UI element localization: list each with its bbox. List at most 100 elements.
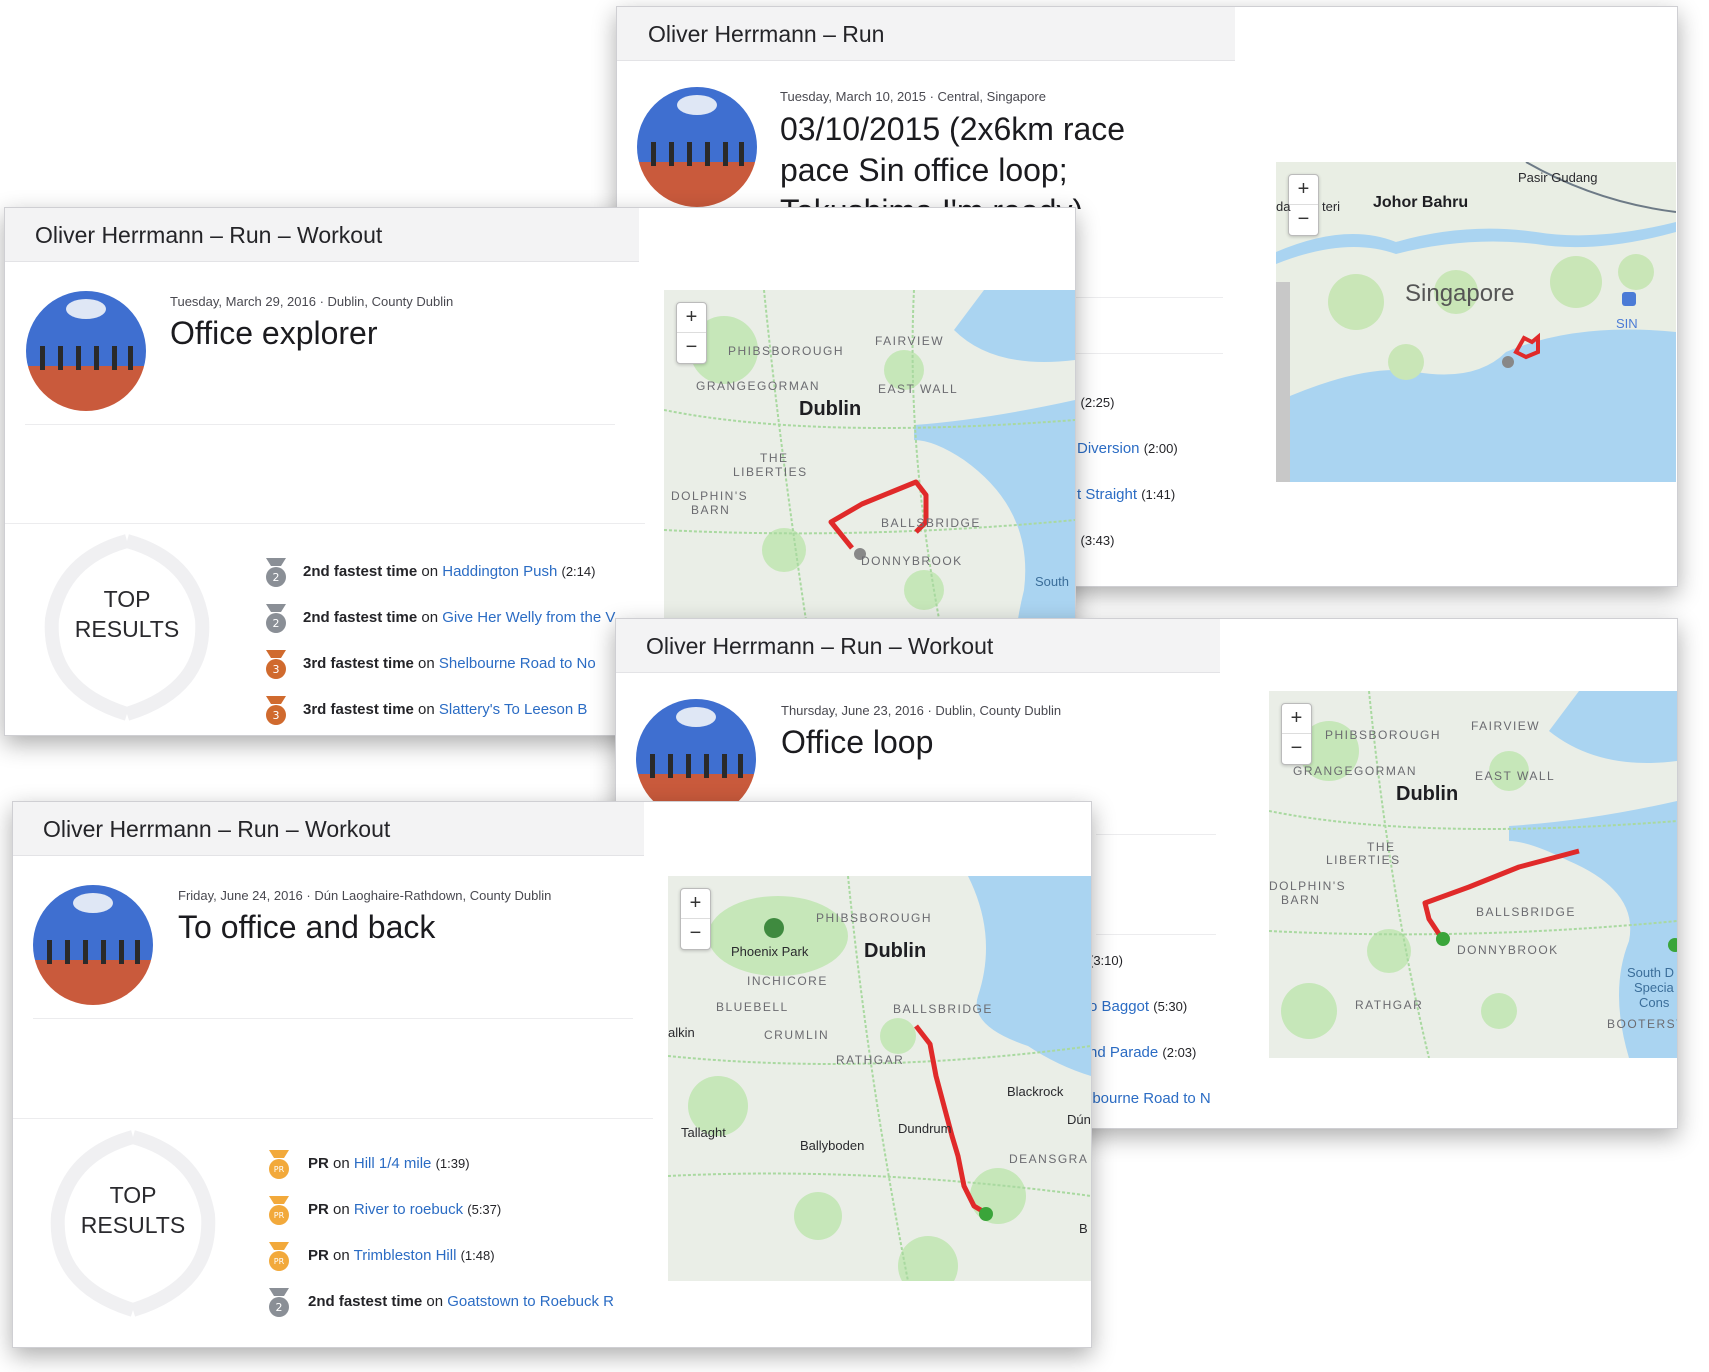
card-header: Oliver Herrmann – Run – Workout: [13, 802, 644, 856]
achievement-row: PR on River to roebuck (5:37): [308, 1201, 502, 1218]
segment-fragment[interactable]: (3:10): [1089, 952, 1123, 969]
activity-meta: Thursday, June 23, 2016 · Dublin, County…: [781, 703, 1062, 718]
top-results: TOP RESULTS: [13, 1118, 653, 1347]
svg-text:2: 2: [273, 571, 280, 584]
divider: [1057, 353, 1223, 354]
pr-medal-icon: PR: [269, 1150, 289, 1179]
activity-title[interactable]: 03/10/2015 (2x6km race pace Sin office l…: [780, 109, 1170, 209]
zoom-out-button[interactable]: −: [1289, 204, 1318, 234]
map-label: Ballyboden: [800, 1138, 865, 1153]
athlete-avatar[interactable]: [637, 87, 757, 207]
top-results-label: TOP RESULTS: [53, 1180, 213, 1240]
map-label: B: [1079, 1221, 1088, 1236]
activity-title[interactable]: To office and back: [178, 907, 435, 948]
zoom-control[interactable]: + −: [676, 302, 707, 364]
svg-text:2: 2: [276, 1301, 283, 1314]
map-label: SIN: [1616, 316, 1638, 331]
segment-fragment[interactable]: nd Parade (2:03): [1089, 1044, 1196, 1061]
activity-meta: Tuesday, March 29, 2016 · Dublin, County…: [170, 294, 454, 309]
zoom-out-button[interactable]: −: [681, 918, 710, 948]
silver-medal-icon: 2: [269, 1288, 289, 1317]
svg-text:PR: PR: [274, 1257, 285, 1266]
activity-title[interactable]: Office loop: [781, 722, 933, 763]
map-label: BALLSBRIDGE: [881, 516, 981, 530]
map-label: LIBERTIES: [1326, 853, 1401, 867]
activity-title[interactable]: Office explorer: [170, 313, 378, 354]
map-label: Dublin: [864, 940, 927, 962]
map-label: RATHGAR: [1355, 998, 1424, 1012]
zoom-control[interactable]: + −: [680, 888, 711, 950]
top-results-line: RESULTS: [80, 1212, 186, 1238]
map-label: Phoenix Park: [731, 944, 809, 959]
zoom-in-button[interactable]: +: [1289, 175, 1318, 204]
map-label: BOOTERSTO: [1607, 1017, 1677, 1031]
map-label: Johor Bahru: [1373, 194, 1469, 211]
segment-fragment[interactable]: lbourne Road to N: [1089, 1090, 1211, 1107]
map-label: Dundrum: [898, 1121, 952, 1136]
achievement-row: 3rd fastest time on Shelbourne Road to N…: [303, 655, 596, 672]
silver-medal-icon: 2: [266, 604, 286, 633]
top-results-label: TOP RESULTS: [47, 584, 207, 644]
map-label: EAST WALL: [1475, 769, 1556, 783]
zoom-control[interactable]: + −: [1281, 703, 1312, 765]
segment-link[interactable]: Goatstown to Roebuck R: [447, 1293, 614, 1310]
map-label: RATHGAR: [836, 1053, 905, 1067]
map-label: BLUEBELL: [716, 1000, 789, 1014]
map-label: PHIBSBOROUGH: [1325, 728, 1442, 742]
map-label: EAST WALL: [878, 382, 959, 396]
segment-fragment[interactable]: t Straight (1:41): [1077, 486, 1175, 503]
top-results-line: TOP: [103, 586, 151, 612]
achievement-row: PR on Hill 1/4 mile (1:39): [308, 1155, 470, 1172]
segment-link[interactable]: Give Her Welly from the V: [442, 609, 615, 626]
segment-link[interactable]: Slattery's To Leeson B: [439, 701, 588, 718]
achievement-row: 2nd fastest time on Goatstown to Roebuck…: [308, 1293, 614, 1310]
map-label: GRANGEGORMAN: [696, 379, 821, 393]
svg-text:PR: PR: [274, 1165, 285, 1174]
map-label: INCHICORE: [747, 974, 828, 988]
map-label: teri: [1322, 199, 1341, 214]
athlete-avatar[interactable]: [26, 291, 146, 411]
segment-fragment[interactable]: Diversion (2:00): [1077, 440, 1178, 457]
zoom-out-button[interactable]: −: [1282, 733, 1311, 763]
card-header: Oliver Herrmann – Run – Workout: [5, 208, 639, 262]
segment-link[interactable]: Haddington Push: [442, 563, 557, 580]
map-label: CRUMLIN: [764, 1028, 830, 1042]
segment-link[interactable]: Shelbourne Road to No: [439, 655, 596, 672]
segment-link[interactable]: Hill 1/4 mile: [354, 1155, 432, 1172]
map-label: PHIBSBOROUGH: [728, 344, 845, 358]
route-map[interactable]: + − PHIBSBOROUGH Phoenix Park Dublin INCH…: [668, 876, 1091, 1281]
divider: [1057, 297, 1223, 298]
activity-meta: Friday, June 24, 2016 · Dún Laoghaire-Ra…: [178, 888, 552, 903]
divider: [25, 424, 615, 425]
route-map[interactable]: + − da teri Pasir Gudang Johor Bahru Sing…: [1276, 162, 1676, 482]
achievement-row: 2nd fastest time on Haddington Push (2:1…: [303, 563, 596, 580]
zoom-control[interactable]: + −: [1288, 174, 1319, 236]
map-label: Specia: [1634, 980, 1674, 995]
map-label: DOLPHIN'S: [1269, 879, 1347, 893]
achievement-row: 2nd fastest time on Give Her Welly from …: [303, 609, 616, 626]
map-label: Dún: [1067, 1112, 1091, 1127]
top-results-line: TOP: [109, 1182, 157, 1208]
map-label: da: [1276, 199, 1291, 214]
map-label: Blackrock: [1007, 1084, 1064, 1099]
segment-link[interactable]: River to roebuck: [354, 1201, 463, 1218]
pr-medal-icon: PR: [269, 1196, 289, 1225]
activity-meta: Tuesday, March 10, 2015 · Central, Singa…: [780, 89, 1046, 104]
zoom-in-button[interactable]: +: [1282, 704, 1311, 733]
map-label: Cons: [1639, 995, 1670, 1010]
zoom-in-button[interactable]: +: [677, 303, 706, 332]
svg-text:PR: PR: [274, 1211, 285, 1220]
zoom-out-button[interactable]: −: [677, 332, 706, 362]
map-label: Singapore: [1405, 280, 1515, 307]
bronze-medal-icon: 3: [266, 696, 286, 725]
activity-card-to-office-and-back: Oliver Herrmann – Run – Workout Friday, …: [12, 801, 1092, 1348]
map-label: PHIBSBOROUGH: [816, 911, 933, 925]
segment-fragment[interactable]: o Baggot (5:30): [1089, 998, 1187, 1015]
athlete-avatar[interactable]: [33, 885, 153, 1005]
svg-text:3: 3: [273, 663, 280, 676]
route-map[interactable]: + − PHIBSBOROUGH FAIRVIEW GRANGEGORMAN EA…: [1269, 691, 1677, 1058]
map-label: DONNYBROOK: [861, 554, 963, 568]
svg-text:2: 2: [273, 617, 280, 630]
zoom-in-button[interactable]: +: [681, 889, 710, 918]
segment-link[interactable]: Trimbleston Hill: [354, 1247, 457, 1264]
